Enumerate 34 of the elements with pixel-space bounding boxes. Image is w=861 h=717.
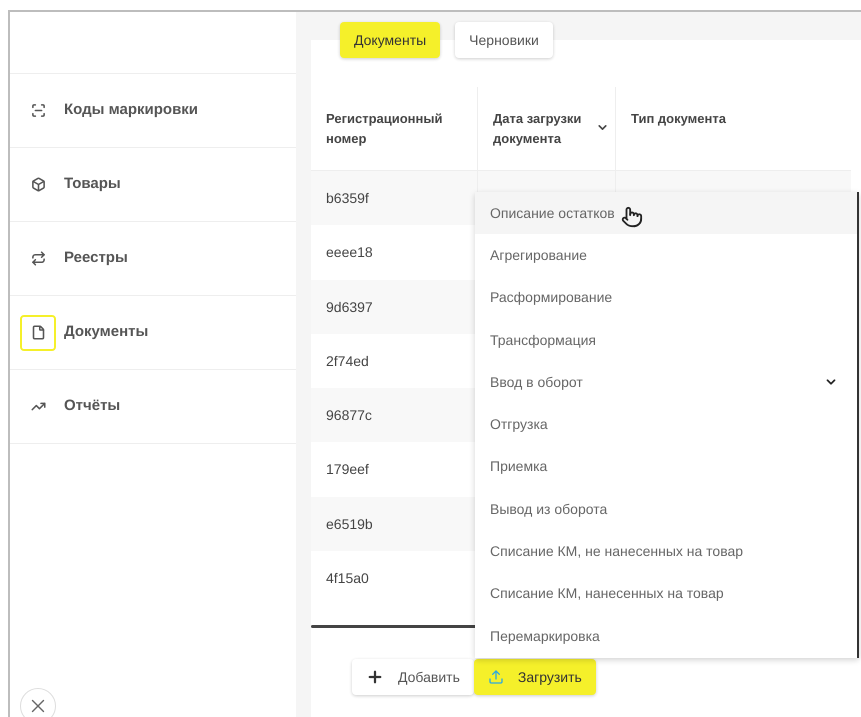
table-cell: 96877c: [326, 407, 372, 424]
column-header[interactable]: Дата загрузки документа: [477, 87, 615, 170]
document-icon: [30, 325, 46, 340]
add-button[interactable]: Добавить: [352, 659, 474, 696]
table-cell: 4f15a0: [326, 570, 369, 586]
table-cell: b6359f: [326, 190, 369, 206]
menu-item[interactable]: Вывод из оборота: [475, 488, 857, 530]
column-header: Регистрационный номер: [325, 110, 444, 148]
menu-item[interactable]: Агрегирование: [475, 234, 857, 277]
upload-icon: [488, 669, 504, 686]
hand-cursor-icon: [620, 206, 643, 228]
menu-item[interactable]: Приемка: [475, 446, 857, 488]
tab[interactable]: Документы: [340, 22, 440, 58]
scan-icon: [30, 103, 46, 118]
menu-item[interactable]: Перемаркировка: [475, 614, 857, 658]
menu-item[interactable]: Ввод в оборот: [475, 361, 857, 404]
cube-icon: [30, 177, 46, 192]
close-button[interactable]: [20, 688, 56, 717]
tab[interactable]: Черновики: [455, 22, 553, 58]
table-cell: eeee18: [326, 244, 373, 260]
column-header: Тип документа: [615, 87, 851, 170]
table-cell: 2f74ed: [326, 352, 369, 369]
upload-button[interactable]: Загрузить: [474, 659, 596, 696]
menu-item[interactable]: Отгрузка: [475, 403, 857, 446]
menu-item[interactable]: Трансформация: [475, 318, 857, 362]
table-cell: 9d6397: [326, 298, 373, 315]
menu-item[interactable]: Списание КМ, не нанесенных на товар: [475, 530, 857, 573]
menu-item[interactable]: Расформирование: [475, 276, 857, 319]
table-cell: e6519b: [326, 516, 373, 532]
plus-icon: [366, 668, 384, 686]
table-cell: 179eef: [326, 461, 369, 478]
arrows-icon: [30, 251, 46, 266]
menu-item[interactable]: Списание КМ, нанесенных на товар: [475, 572, 857, 615]
menu-item[interactable]: Описание остатков: [475, 192, 857, 234]
